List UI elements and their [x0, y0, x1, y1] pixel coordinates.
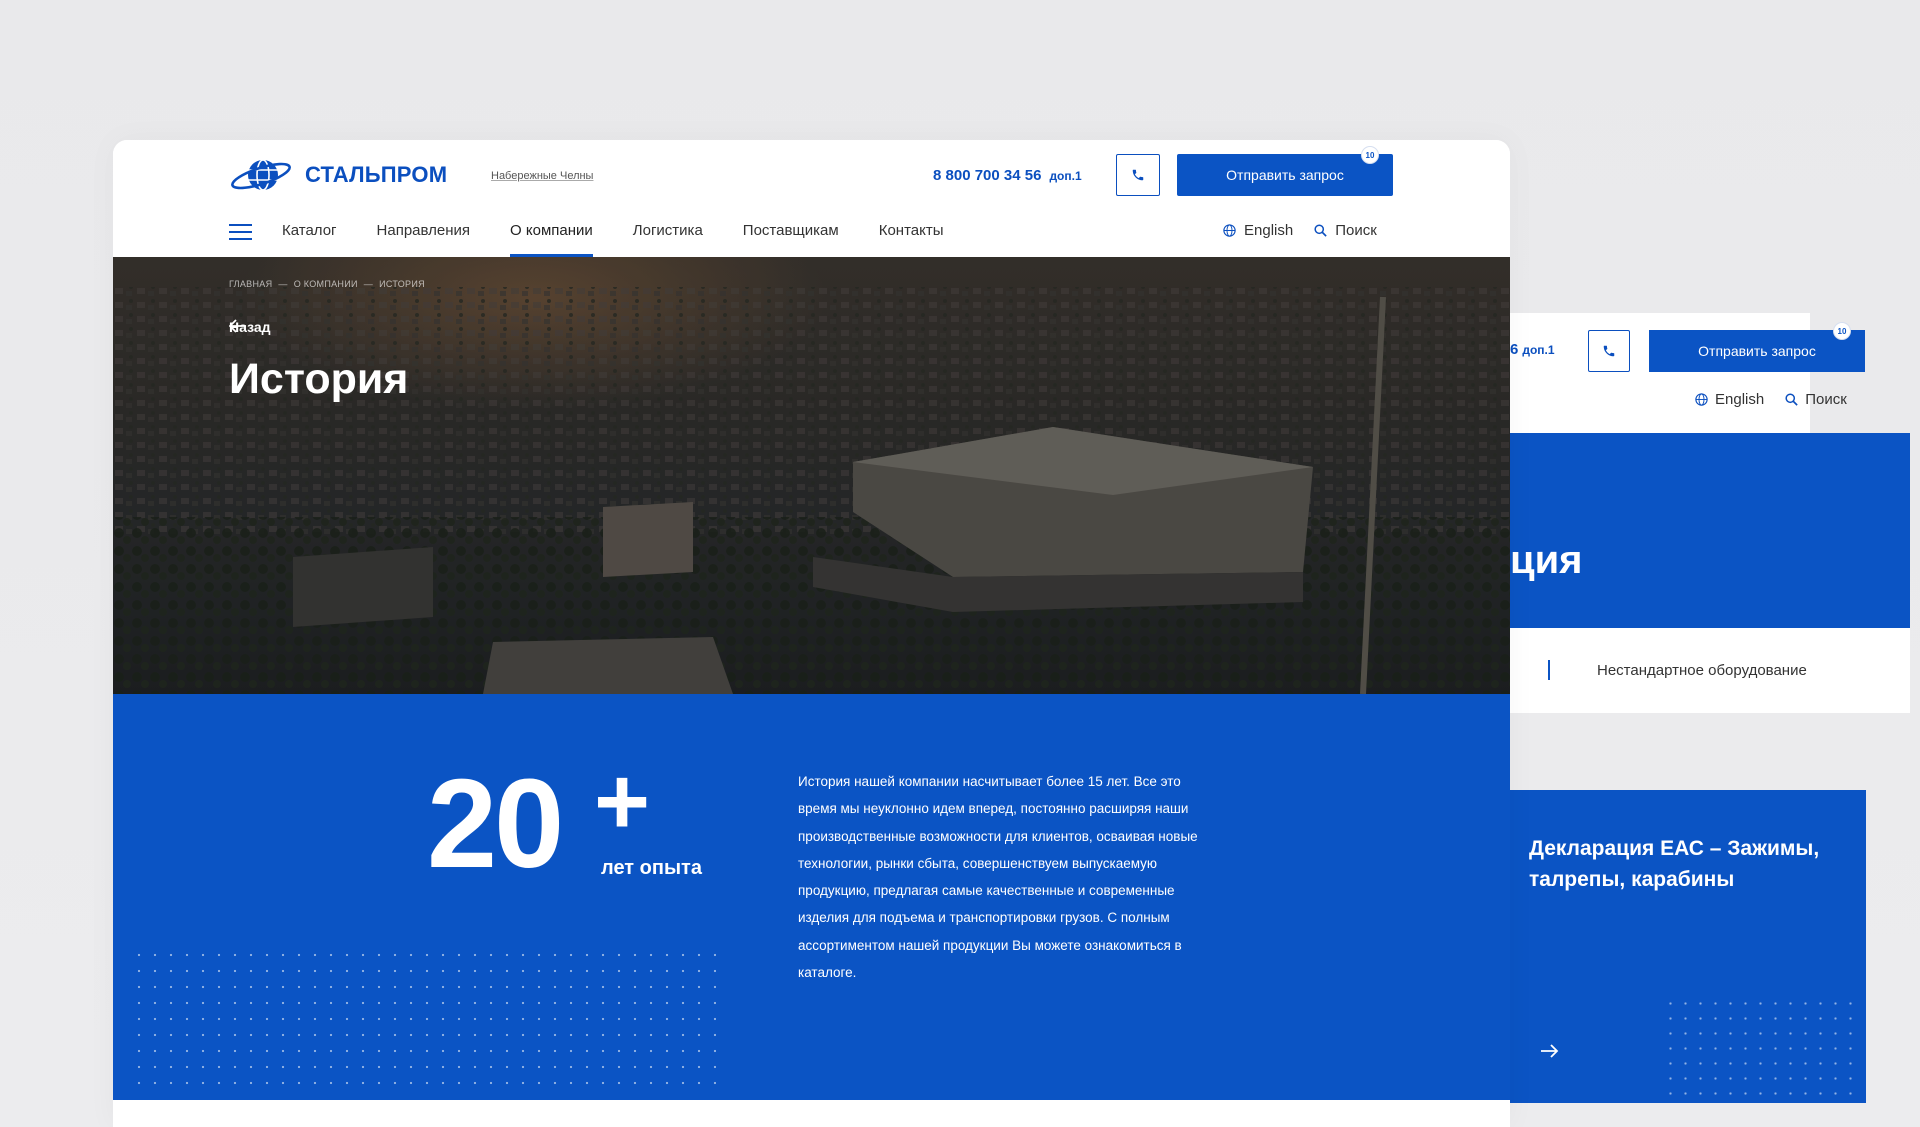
search-icon — [1314, 224, 1327, 237]
back-search-label: Поиск — [1805, 391, 1847, 408]
menu-icon[interactable] — [229, 224, 252, 242]
back-request-badge: 10 — [1833, 322, 1851, 340]
back-header: 6 доп.1 Отправить запрос 10 English Поиск — [1510, 313, 1865, 433]
back-call-button[interactable] — [1588, 330, 1630, 372]
nav-item-catalog[interactable]: Каталог — [282, 222, 337, 257]
send-request-label: Отправить запрос — [1226, 167, 1344, 183]
dot-pattern — [1663, 996, 1863, 1096]
logo[interactable]: СТАЛЬПРОМ — [229, 156, 447, 194]
globe-icon — [1223, 224, 1236, 237]
back-phone[interactable]: 6 доп.1 — [1510, 341, 1555, 358]
breadcrumb-home[interactable]: Главная — [229, 279, 272, 289]
breadcrumb-current: История — [379, 279, 425, 289]
experience-number: 20 — [427, 753, 564, 894]
logo-text: СТАЛЬПРОМ — [305, 162, 448, 187]
declaration-card[interactable]: Декларация ЕАС – Зажимы, талрепы, караби… — [1510, 790, 1866, 1103]
search-label: Поиск — [1335, 222, 1377, 239]
main-nav: Каталог Направления О компании Логистика… — [229, 222, 984, 257]
phone-ext: доп.1 — [1049, 169, 1082, 183]
hero-banner: Главная — О компании — История Назад Ист… — [113, 257, 1510, 694]
request-count-badge: 10 — [1361, 146, 1379, 164]
experience-plus: + — [594, 748, 651, 855]
dot-pattern — [131, 947, 716, 1097]
category-tab[interactable]: Нестандартное оборудование — [1597, 662, 1807, 679]
city-selector[interactable]: Набережные Челны — [491, 170, 593, 182]
back-category-strip: Нестандартное оборудование — [1510, 628, 1910, 713]
history-description: История нашей компании насчитывает более… — [798, 774, 1198, 981]
language-label: English — [1244, 222, 1294, 239]
back-page-title: ция — [1510, 538, 1583, 582]
back-phone-ext: доп.1 — [1522, 343, 1555, 357]
phone-icon — [1132, 169, 1144, 181]
language-switch[interactable]: English — [1222, 222, 1293, 239]
back-request-button[interactable]: Отправить запрос 10 — [1649, 322, 1865, 372]
back-search-link[interactable]: Поиск — [1784, 391, 1847, 408]
experience-section: 20 + лет опыта История нашей компании на… — [113, 694, 1510, 1100]
breadcrumb-separator: — — [278, 279, 288, 289]
breadcrumb: Главная — О компании — История — [229, 279, 425, 289]
globe-logo-icon — [231, 159, 291, 191]
call-button[interactable] — [1116, 154, 1160, 196]
globe-icon — [1695, 393, 1708, 406]
hero-image — [113, 257, 1510, 694]
declaration-title: Декларация ЕАС – Зажимы, талрепы, караби… — [1529, 837, 1820, 891]
phone-value: 8 800 700 34 56 — [933, 167, 1042, 184]
breadcrumb-about[interactable]: О компании — [294, 279, 358, 289]
next-section — [113, 1100, 1510, 1127]
phone-icon — [1603, 345, 1615, 357]
site-header: СТАЛЬПРОМ Набережные Челны 8 800 700 34 … — [113, 140, 1510, 257]
search-link[interactable]: Поиск — [1313, 222, 1377, 239]
arrow-right-icon[interactable] — [1540, 1043, 1560, 1059]
divider — [1548, 660, 1550, 680]
nav-item-directions[interactable]: Направления — [377, 222, 471, 257]
nav-item-logistics[interactable]: Логистика — [633, 222, 703, 257]
back-language-switch[interactable]: English — [1694, 391, 1764, 408]
send-request-button[interactable]: Отправить запрос 10 — [1177, 146, 1393, 196]
background-page-preview: 6 доп.1 Отправить запрос 10 English Поиск… — [1510, 313, 1910, 1103]
back-hero-banner: ция — [1510, 433, 1910, 628]
back-utility-links: English Поиск — [1694, 391, 1847, 408]
back-language-label: English — [1715, 391, 1765, 408]
back-phone-number: 6 — [1510, 341, 1519, 358]
back-request-label: Отправить запрос — [1698, 343, 1816, 359]
main-page-preview: СТАЛЬПРОМ Набережные Челны 8 800 700 34 … — [113, 140, 1510, 1127]
phone-number[interactable]: 8 800 700 34 56 доп.1 — [933, 167, 1082, 184]
arrow-left-icon — [229, 319, 246, 333]
nav-item-suppliers[interactable]: Поставщикам — [743, 222, 839, 257]
page-title: История — [229, 355, 409, 403]
utility-links: English Поиск — [1222, 222, 1377, 239]
breadcrumb-separator: — — [363, 279, 374, 289]
nav-item-about[interactable]: О компании — [510, 222, 593, 257]
nav-item-contacts[interactable]: Контакты — [879, 222, 944, 257]
back-link[interactable]: Назад — [229, 319, 271, 335]
experience-label: лет опыта — [601, 857, 702, 879]
search-icon — [1785, 393, 1798, 406]
